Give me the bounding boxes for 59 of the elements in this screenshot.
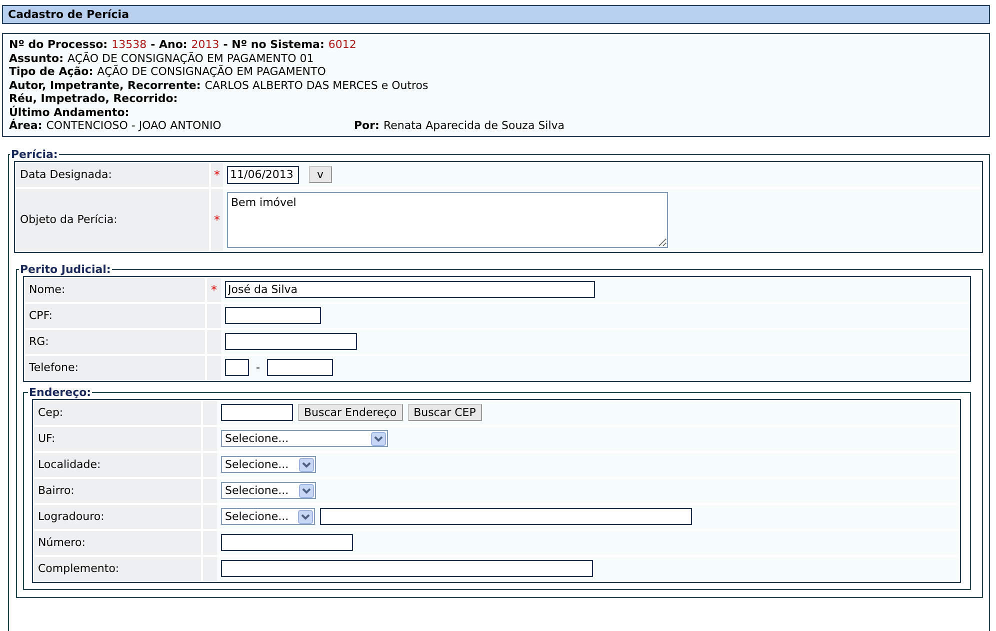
field-value: Renata Aparecida de Souza Silva (383, 119, 565, 132)
field-label: Réu, Impetrado, Recorrido: (9, 92, 178, 105)
field-label: Objeto da Perícia: (20, 213, 118, 226)
section-legend: Endereço: (28, 386, 92, 398)
search-button[interactable]: Buscar Endereço (298, 404, 403, 421)
section-legend: Perito Judicial: (19, 264, 112, 276)
search-button[interactable]: Buscar CEP (408, 404, 482, 421)
phone-field[interactable] (266, 359, 333, 376)
field-label: Assunto: (9, 52, 64, 64)
input-field[interactable] (221, 534, 353, 551)
table-cell (203, 556, 217, 580)
field-label: Bairro: (38, 484, 74, 497)
table-cell (203, 400, 217, 424)
field-label: Número: (38, 536, 86, 549)
field-value: 2013 (191, 38, 220, 51)
input-field[interactable] (225, 333, 357, 350)
date-field[interactable]: 11/06/2013 (227, 166, 299, 184)
field-label: Localidade: (38, 458, 101, 471)
field-label: Área: (9, 119, 42, 132)
dropdown[interactable]: Selecione... (221, 456, 316, 473)
field-label: Data Designada: (20, 168, 112, 181)
field-value: AÇÃO DE CONSIGNAÇÃO EM PAGAMENTO 01 (67, 52, 314, 64)
table-cell (207, 356, 221, 380)
field-label: CPF: (29, 309, 52, 322)
field-value: 13538 (112, 38, 147, 51)
field-label: UF: (38, 432, 56, 445)
input-field[interactable] (221, 560, 593, 577)
dropdown[interactable]: Selecione... (221, 482, 316, 499)
dropdown[interactable]: Selecione... (221, 508, 315, 525)
required-mark: * (214, 212, 220, 226)
section-legend: Perícia: (10, 148, 59, 160)
field-label: Último Andamento: (9, 106, 130, 118)
field-label: Autor, Impetrante, Recorrente: (9, 78, 201, 92)
field-label: Logradouro: (38, 510, 104, 523)
dropdown[interactable]: Selecione... (221, 430, 388, 447)
field-label: - Ano: (150, 38, 188, 51)
field-label: Telefone: (29, 361, 78, 374)
page-title: Cadastro de Perícia (2, 5, 990, 24)
field-label: Complemento: (38, 562, 120, 575)
field-label: Por: (354, 119, 380, 132)
field-value: AÇÃO DE CONSIGNAÇÃO EM PAGAMENTO (97, 65, 326, 78)
input-field[interactable] (225, 307, 321, 324)
field-label: RG: (29, 335, 49, 348)
field-label: - Nº no Sistema: (223, 38, 324, 51)
field-label: Tipo de Ação: (9, 65, 94, 78)
field-value: CONTENCIOSO - JOAO ANTONIO (46, 119, 222, 132)
cep-field[interactable] (221, 404, 293, 421)
input-field[interactable] (320, 508, 692, 525)
field-label: Nome: (29, 283, 66, 296)
separator-text: - (256, 361, 260, 374)
area-code-field[interactable] (225, 359, 249, 376)
field-label: Nº do Processo: (9, 38, 108, 51)
required-mark: * (214, 168, 220, 182)
required-mark: * (211, 282, 217, 296)
field-value: 6012 (328, 38, 356, 51)
field-value: CARLOS ALBERTO DAS MERCES e Outros (204, 78, 428, 92)
text-area[interactable]: Bem imóvel (227, 192, 668, 248)
calendar-button[interactable]: v (309, 166, 332, 183)
field-label: Cep: (38, 406, 64, 419)
